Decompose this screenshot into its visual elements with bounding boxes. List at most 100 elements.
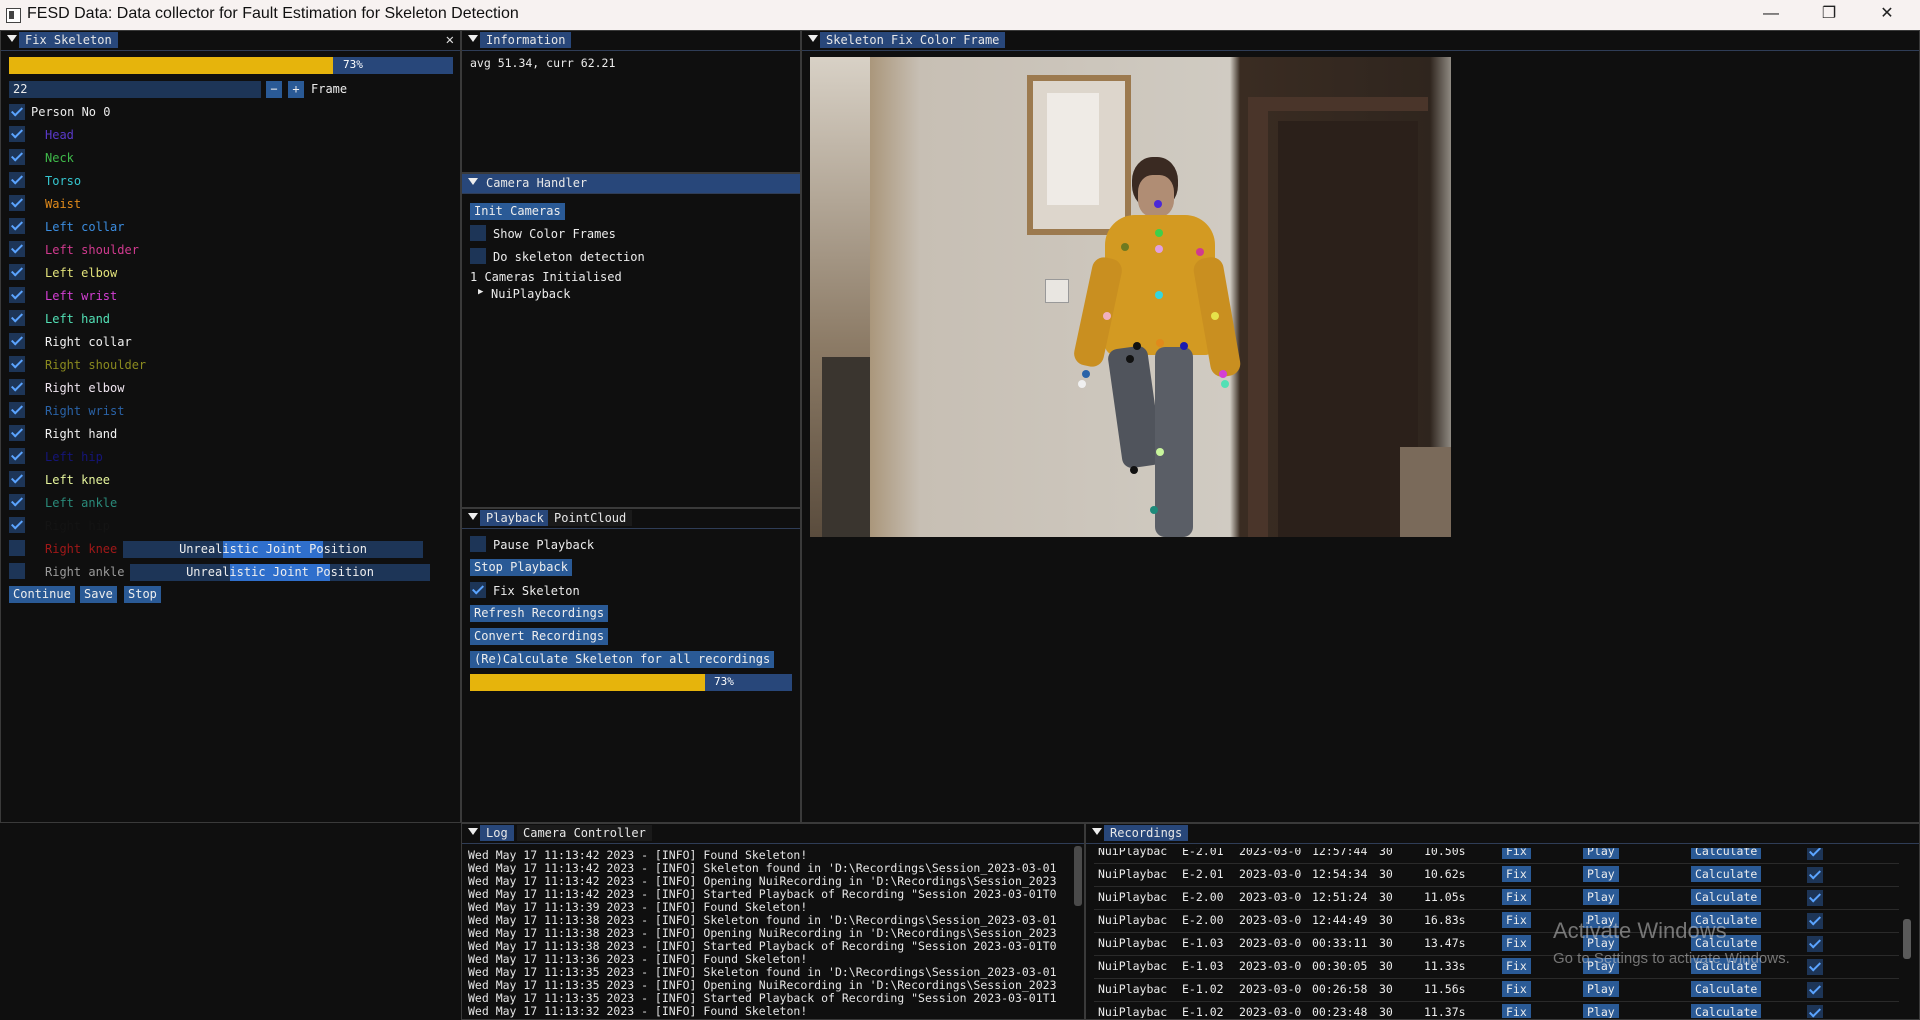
refresh-recordings-button[interactable]: Refresh Recordings [470,605,609,622]
joint-dot-torso[interactable] [1155,291,1163,299]
tab-camera-controller[interactable]: Camera Controller [517,825,652,841]
tab-fix-skeleton[interactable]: Fix Skeleton [19,32,118,48]
calculate-recording-button[interactable]: Calculate [1691,889,1762,905]
recordings-scrollbar[interactable] [1903,919,1911,959]
joint-checkbox[interactable] [9,126,25,142]
joint-checkbox[interactable] [9,563,25,579]
tab-skeleton-frame[interactable]: Skeleton Fix Color Frame [820,32,1006,48]
save-button[interactable]: Save [80,586,117,603]
joint-checkbox[interactable] [9,448,25,464]
close-icon[interactable]: ✕ [446,32,454,48]
init-cameras-button[interactable]: Init Cameras [470,203,565,220]
frame-decrement-button[interactable]: − [266,81,282,98]
frame-increment-button[interactable]: + [288,81,304,98]
fix-recording-button[interactable]: Fix [1502,866,1531,882]
recording-checkbox[interactable] [1807,848,1823,860]
fix-recording-button[interactable]: Fix [1502,848,1531,859]
stop-playback-button[interactable]: Stop Playback [470,559,572,576]
joint-checkbox[interactable] [9,517,25,533]
person-checkbox[interactable] [9,104,25,120]
joint-dot-right-ankle[interactable] [1130,466,1138,474]
calculate-recording-button[interactable]: Calculate [1691,981,1762,997]
collapse-icon[interactable] [808,35,818,42]
fix-recording-button[interactable]: Fix [1502,1004,1531,1018]
joint-checkbox[interactable] [9,195,25,211]
joint-dot-right-hip[interactable] [1133,342,1141,350]
joint-dot-left-knee[interactable] [1156,448,1164,456]
calculate-recording-button[interactable]: Calculate [1691,848,1762,859]
joint-checkbox[interactable] [9,264,25,280]
calculate-recording-button[interactable]: Calculate [1691,866,1762,882]
tree-item-nuiplayback[interactable]: NuiPlayback [491,287,570,301]
continue-button[interactable]: Continue [9,586,75,603]
joint-dot-left-elbow[interactable] [1211,312,1219,320]
joint-checkbox[interactable] [9,149,25,165]
close-button[interactable]: ✕ [1858,0,1916,30]
recording-checkbox[interactable] [1807,867,1823,883]
joint-dot-left-hip[interactable] [1180,342,1188,350]
play-recording-button[interactable]: Play [1583,1004,1619,1018]
joint-dot-left-shoulder[interactable] [1196,248,1204,256]
joint-dot-left-hand[interactable] [1221,380,1229,388]
tab-information[interactable]: Information [480,32,572,48]
recording-checkbox[interactable] [1807,1005,1823,1018]
joint-checkbox[interactable] [9,218,25,234]
joint-dot-right-knee[interactable] [1126,355,1134,363]
joint-dot-neck[interactable] [1155,229,1163,237]
play-recording-button[interactable]: Play [1583,889,1619,905]
log-scrollbar[interactable] [1074,846,1082,906]
play-recording-button[interactable]: Play [1583,848,1619,859]
recording-checkbox[interactable] [1807,936,1823,952]
tab-camera-handler[interactable]: Camera Handler [480,175,594,191]
fix-skeleton-checkbox[interactable] [470,582,486,598]
joint-dot-head[interactable] [1154,200,1162,208]
joint-dot-waist[interactable] [1156,339,1164,347]
collapse-icon[interactable] [468,828,478,835]
pause-playback-checkbox[interactable] [470,536,486,552]
tab-log[interactable]: Log [480,825,514,841]
joint-checkbox[interactable] [9,287,25,303]
recording-checkbox[interactable] [1807,959,1823,975]
joint-dot-left-ankle[interactable] [1150,506,1158,514]
joint-checkbox[interactable] [9,333,25,349]
joint-dot-right-wrist[interactable] [1082,370,1090,378]
joint-checkbox[interactable] [9,471,25,487]
fix-recording-button[interactable]: Fix [1502,981,1531,997]
recording-checkbox[interactable] [1807,913,1823,929]
frame-input[interactable]: 22 [9,81,261,98]
joint-checkbox[interactable] [9,540,25,556]
minimize-button[interactable]: — [1742,0,1800,30]
recalculate-button[interactable]: (Re)Calculate Skeleton for all recording… [470,651,775,668]
joint-checkbox[interactable] [9,402,25,418]
restore-button[interactable]: ❐ [1800,0,1858,30]
joint-checkbox[interactable] [9,379,25,395]
joint-dot-left-wrist[interactable] [1219,370,1227,378]
collapse-icon[interactable] [468,513,478,520]
fix-recording-button[interactable]: Fix [1502,958,1531,974]
collapse-icon[interactable] [7,35,17,42]
play-recording-button[interactable]: Play [1583,981,1619,997]
skeleton-detection-checkbox[interactable] [470,248,486,264]
joint-dot-right-elbow[interactable] [1103,312,1111,320]
fix-recording-button[interactable]: Fix [1502,935,1531,951]
collapse-icon[interactable] [468,178,478,185]
collapse-icon[interactable] [1092,828,1102,835]
joint-dot-collar[interactable] [1155,245,1163,253]
play-recording-button[interactable]: Play [1583,866,1619,882]
tab-recordings[interactable]: Recordings [1104,825,1189,841]
joint-dot-right-shoulder[interactable] [1121,243,1129,251]
joint-checkbox[interactable] [9,356,25,372]
stop-button[interactable]: Stop [124,586,161,603]
joint-checkbox[interactable] [9,310,25,326]
joint-dot-right-hand[interactable] [1078,380,1086,388]
collapse-icon[interactable] [468,35,478,42]
convert-recordings-button[interactable]: Convert Recordings [470,628,609,645]
show-color-frames-checkbox[interactable] [470,225,486,241]
fix-recording-button[interactable]: Fix [1502,912,1531,928]
tab-pointcloud[interactable]: PointCloud [548,510,633,526]
fix-recording-button[interactable]: Fix [1502,889,1531,905]
joint-checkbox[interactable] [9,494,25,510]
joint-checkbox[interactable] [9,241,25,257]
recording-checkbox[interactable] [1807,890,1823,906]
tree-arrow-icon[interactable]: ▶ [478,287,483,297]
